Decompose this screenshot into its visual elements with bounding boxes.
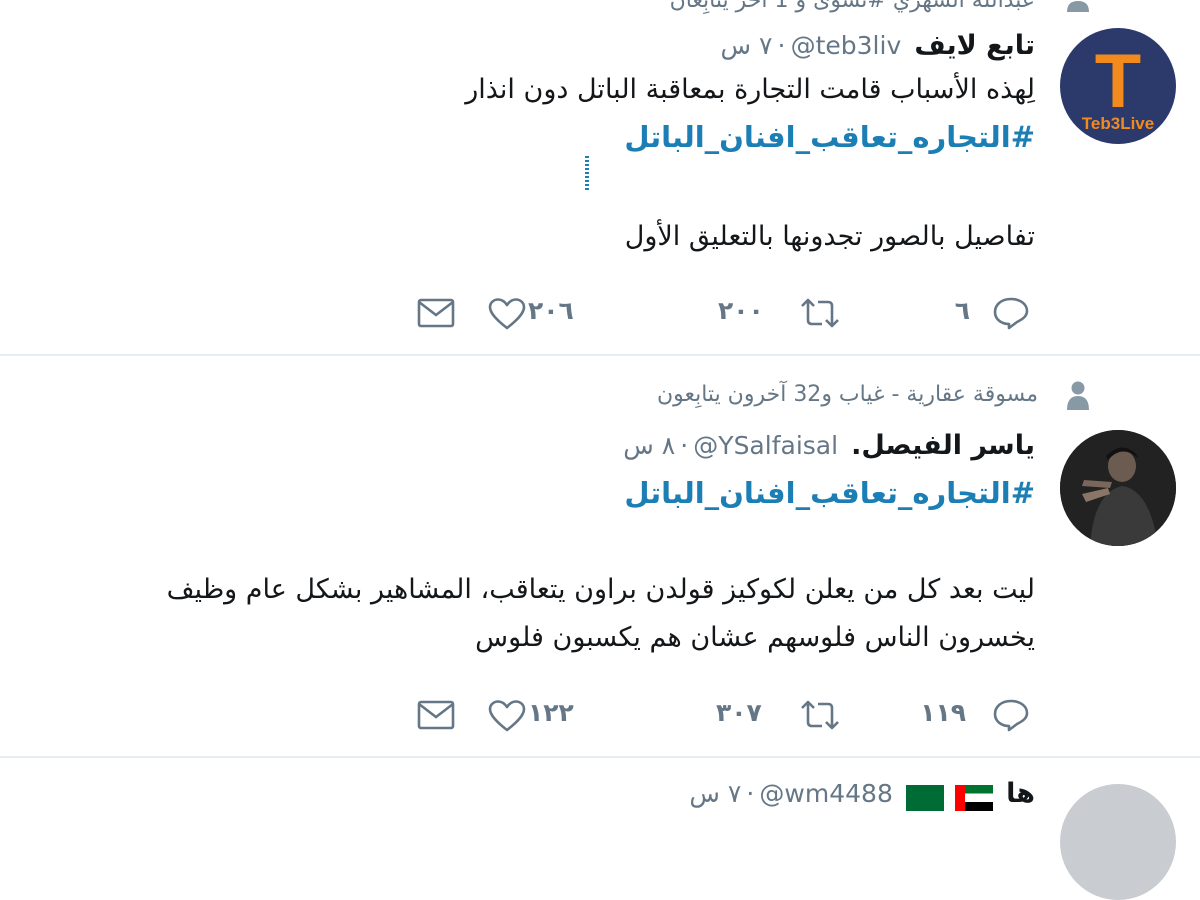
timestamp[interactable]: ٧ س (689, 779, 741, 808)
timestamp[interactable]: ٧ س (721, 31, 773, 60)
like-count: ٢٠٦ (528, 296, 574, 325)
like-button[interactable]: ١٢٢ (488, 694, 588, 738)
social-context[interactable]: عبدالله الشهري #نشوى و 1 آخر يتابِعان (670, 0, 1035, 13)
handle[interactable]: @wm4488 (759, 779, 892, 808)
avatar-photo (1060, 430, 1176, 546)
tweet-text-2: تفاصيل بالصور تجدونها بالتعليق الأول (624, 221, 1035, 252)
timestamp[interactable]: ٨ س (623, 431, 675, 460)
text-cursor-icon (585, 156, 589, 190)
retweet-icon (801, 700, 839, 730)
heart-icon (488, 700, 526, 732)
avatar[interactable] (1060, 784, 1176, 900)
separator-dot: · (746, 779, 755, 808)
envelope-icon (417, 700, 455, 730)
tweet-header: تابع لايف @teb3liv · ٧ س (721, 30, 1035, 61)
hashtag-link[interactable]: #التجاره_تعاقب_افنان_الباتل (624, 476, 1035, 510)
handle[interactable]: @teb3liv (791, 31, 902, 60)
reply-icon (993, 699, 1029, 732)
reply-count: ٦ (954, 296, 970, 325)
person-icon (1066, 0, 1090, 12)
reply-count: ١١٩ (920, 698, 966, 727)
social-context[interactable]: مسوقة عقارية - غياب و32 آخرون يتابِعون (657, 382, 1038, 407)
separator-dot: · (680, 431, 689, 460)
tweet-text-2: يخسرون الناس فلوسهم عشان هم يكسبون فلوس (475, 622, 1035, 653)
like-button[interactable]: ٢٠٦ (488, 292, 588, 336)
reply-icon (993, 297, 1029, 330)
tweet-header: ياسر الفيصل. @YSalfaisal · ٨ س (623, 430, 1035, 461)
avatar[interactable]: T Teb3Live (1060, 28, 1176, 144)
tweet-header: ها @wm4488 · ٧ س (689, 778, 1035, 811)
retweet-count: ٣٠٧ (716, 698, 762, 727)
tweet-text: لِهذه الأسباب قامت التجارة بمعاقبة البات… (465, 74, 1035, 105)
dm-button[interactable] (412, 292, 460, 336)
like-count: ١٢٢ (528, 698, 574, 727)
avatar-logo-caption: Teb3Live (1081, 114, 1155, 133)
tweet-divider (0, 354, 1200, 356)
tweet-text: ليت بعد كل من يعلن لكوكيز قولدن براون يت… (166, 574, 1035, 605)
reply-button[interactable]: ٦ (940, 292, 1040, 336)
heart-icon (488, 298, 526, 330)
person-icon (1066, 380, 1090, 410)
separator-dot: · (777, 31, 786, 60)
envelope-icon (417, 298, 455, 328)
avatar[interactable] (1060, 430, 1176, 546)
dm-button[interactable] (412, 694, 460, 738)
display-name[interactable]: ها (1006, 778, 1035, 809)
tweet-divider (0, 756, 1200, 758)
hashtag-link[interactable]: #التجاره_تعاقب_افنان_الباتل (624, 120, 1035, 154)
flag-uae-icon (955, 784, 994, 811)
retweet-button[interactable]: ٢٠٠ (710, 292, 850, 336)
retweet-icon (801, 298, 839, 328)
reply-button[interactable]: ١١٩ (900, 694, 1040, 738)
retweet-count: ٢٠٠ (718, 296, 764, 325)
avatar-logo-letter: T (1094, 39, 1142, 124)
handle[interactable]: @YSalfaisal (693, 431, 838, 460)
display-name[interactable]: ياسر الفيصل. (851, 430, 1035, 461)
retweet-button[interactable]: ٣٠٧ (710, 694, 850, 738)
display-name[interactable]: تابع لايف (914, 30, 1035, 61)
flag-saudi-icon (905, 784, 944, 811)
